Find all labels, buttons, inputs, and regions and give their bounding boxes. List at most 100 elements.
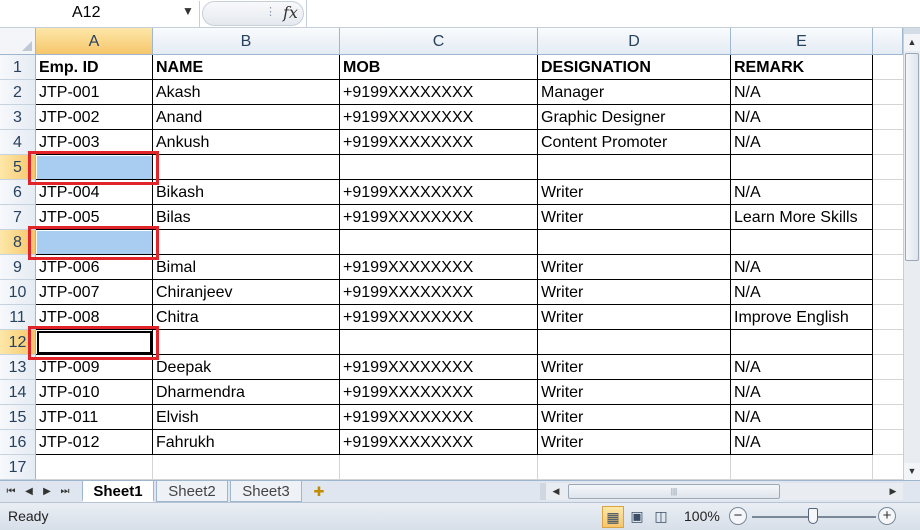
page-break-view-icon[interactable]: ◫ — [650, 506, 672, 528]
cell-a16[interactable]: JTP-012 — [36, 430, 153, 455]
cell-e6[interactable]: N/A — [731, 180, 873, 205]
cell-c9[interactable]: +9199XXXXXXXX — [340, 255, 538, 280]
cell-c16[interactable]: +9199XXXXXXXX — [340, 430, 538, 455]
cell-c2[interactable]: +9199XXXXXXXX — [340, 80, 538, 105]
next-sheet-icon[interactable]: ▶ — [39, 483, 55, 501]
name-box-value[interactable]: A12 — [72, 4, 100, 22]
cell-b16[interactable]: Fahrukh — [153, 430, 340, 455]
cell-e17[interactable] — [731, 455, 873, 480]
cell-e5[interactable] — [731, 155, 873, 180]
column-header-e[interactable]: E — [731, 28, 873, 55]
page-layout-view-icon[interactable]: ▣ — [626, 506, 648, 528]
cell-b14[interactable]: Dharmendra — [153, 380, 340, 405]
vertical-scrollbar[interactable]: ▲ ▼ — [903, 28, 920, 480]
column-header-b[interactable]: B — [153, 28, 340, 55]
cell-c3[interactable]: +9199XXXXXXXX — [340, 105, 538, 130]
header-cell-b1[interactable]: NAME — [153, 55, 340, 80]
tab-sheet3[interactable]: Sheet3 — [230, 481, 302, 502]
row-header-15[interactable]: 15 — [0, 405, 36, 430]
cell-b10[interactable]: Chiranjeev — [153, 280, 340, 305]
scroll-right-icon[interactable]: ▶ — [885, 483, 901, 500]
cell-b3[interactable]: Anand — [153, 105, 340, 130]
cell-d17[interactable] — [538, 455, 731, 480]
cell-a2[interactable]: JTP-001 — [36, 80, 153, 105]
cell-e10[interactable]: N/A — [731, 280, 873, 305]
cell-b2[interactable]: Akash — [153, 80, 340, 105]
cell-b17[interactable] — [153, 455, 340, 480]
cell-d2[interactable]: Manager — [538, 80, 731, 105]
zoom-level[interactable]: 100% — [684, 508, 720, 524]
horizontal-scrollbar[interactable]: ◀ ||| ▶ — [540, 483, 903, 500]
cell-d14[interactable]: Writer — [538, 380, 731, 405]
column-header-a[interactable]: A — [36, 28, 153, 55]
cell-b13[interactable]: Deepak — [153, 355, 340, 380]
vertical-scroll-thumb[interactable] — [905, 53, 919, 261]
cell-d11[interactable]: Writer — [538, 305, 731, 330]
cell-c10[interactable]: +9199XXXXXXXX — [340, 280, 538, 305]
cell-b6[interactable]: Bikash — [153, 180, 340, 205]
cell-b15[interactable]: Elvish — [153, 405, 340, 430]
scroll-up-icon[interactable]: ▲ — [904, 34, 920, 51]
cell-c14[interactable]: +9199XXXXXXXX — [340, 380, 538, 405]
cell-d10[interactable]: Writer — [538, 280, 731, 305]
last-sheet-icon[interactable]: ⏭ — [57, 483, 73, 501]
header-cell-a1[interactable]: Emp. ID — [36, 55, 153, 80]
header-cell-c1[interactable]: MOB — [340, 55, 538, 80]
cell-e11[interactable]: Improve English — [731, 305, 873, 330]
horizontal-scroll-thumb[interactable]: ||| — [568, 484, 780, 499]
first-sheet-icon[interactable]: ⏮ — [3, 483, 19, 501]
zoom-in-icon[interactable]: + — [878, 507, 896, 525]
horizontal-split-handle[interactable] — [540, 483, 546, 500]
cell-c17[interactable] — [340, 455, 538, 480]
insert-sheet-icon[interactable]: ✚ — [304, 482, 334, 501]
cell-b7[interactable]: Bilas — [153, 205, 340, 230]
cell-d5[interactable] — [538, 155, 731, 180]
zoom-slider-thumb[interactable] — [808, 508, 818, 524]
cell-a3[interactable]: JTP-002 — [36, 105, 153, 130]
row-header-2[interactable]: 2 — [0, 80, 36, 105]
cell-c7[interactable]: +9199XXXXXXXX — [340, 205, 538, 230]
cell-e12[interactable] — [731, 330, 873, 355]
row-header-16[interactable]: 16 — [0, 430, 36, 455]
scroll-left-icon[interactable]: ◀ — [548, 483, 564, 500]
header-cell-e1[interactable]: REMARK — [731, 55, 873, 80]
row-header-3[interactable]: 3 — [0, 105, 36, 130]
cell-e13[interactable]: N/A — [731, 355, 873, 380]
cell-c4[interactable]: +9199XXXXXXXX — [340, 130, 538, 155]
splitter-dots-icon[interactable]: ⋮ — [265, 5, 276, 18]
header-cell-d1[interactable]: DESIGNATION — [538, 55, 731, 80]
tab-sheet1[interactable]: Sheet1 — [82, 481, 154, 502]
cell-b9[interactable]: Bimal — [153, 255, 340, 280]
scroll-down-icon[interactable]: ▼ — [904, 463, 920, 480]
normal-view-icon[interactable]: ▦ — [602, 506, 624, 528]
cell-e14[interactable]: N/A — [731, 380, 873, 405]
cell-c13[interactable]: +9199XXXXXXXX — [340, 355, 538, 380]
row-header-14[interactable]: 14 — [0, 380, 36, 405]
prev-sheet-icon[interactable]: ◀ — [21, 483, 37, 501]
cell-d12[interactable] — [538, 330, 731, 355]
formula-input[interactable] — [306, 0, 920, 28]
row-header-10[interactable]: 10 — [0, 280, 36, 305]
cell-c11[interactable]: +9199XXXXXXXX — [340, 305, 538, 330]
cell-d13[interactable]: Writer — [538, 355, 731, 380]
column-header-d[interactable]: D — [538, 28, 731, 55]
insert-function-button[interactable]: fx — [283, 3, 298, 22]
cell-d16[interactable]: Writer — [538, 430, 731, 455]
cell-d9[interactable]: Writer — [538, 255, 731, 280]
cell-a17[interactable] — [36, 455, 153, 480]
cell-a14[interactable]: JTP-010 — [36, 380, 153, 405]
row-header-17[interactable]: 17 — [0, 455, 36, 480]
row-header-1[interactable]: 1 — [0, 55, 36, 80]
cell-d6[interactable]: Writer — [538, 180, 731, 205]
cell-c5[interactable] — [340, 155, 538, 180]
cell-e8[interactable] — [731, 230, 873, 255]
cell-c12[interactable] — [340, 330, 538, 355]
cell-e7[interactable]: Learn More Skills — [731, 205, 873, 230]
cell-e2[interactable]: N/A — [731, 80, 873, 105]
cell-e16[interactable]: N/A — [731, 430, 873, 455]
cell-b12[interactable] — [153, 330, 340, 355]
cell-d3[interactable]: Graphic Designer — [538, 105, 731, 130]
cell-c6[interactable]: +9199XXXXXXXX — [340, 180, 538, 205]
zoom-out-icon[interactable]: − — [729, 507, 747, 525]
cell-d4[interactable]: Content Promoter — [538, 130, 731, 155]
